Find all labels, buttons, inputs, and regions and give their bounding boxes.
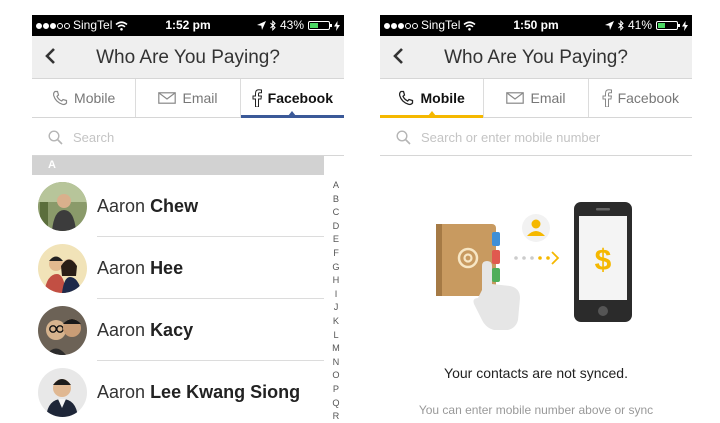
- index-letter[interactable]: N: [333, 356, 340, 370]
- index-letter[interactable]: L: [333, 329, 338, 343]
- contact-name: Aaron Chew: [97, 196, 199, 216]
- navigation-bar: Who Are You Paying?: [32, 36, 344, 79]
- envelope-icon: [506, 92, 525, 104]
- index-letter[interactable]: E: [333, 233, 339, 247]
- tab-email-label: Email: [182, 90, 218, 106]
- index-letter[interactable]: P: [333, 383, 339, 397]
- index-letter[interactable]: H: [333, 274, 340, 288]
- search-bar: [32, 119, 344, 156]
- battery-icon: [308, 21, 332, 30]
- status-bar: SingTel 1:52 pm 43%: [32, 15, 344, 36]
- avatar: [38, 306, 87, 355]
- tab-email-label: Email: [530, 90, 566, 106]
- sync-contacts-illustration: $: [436, 202, 632, 330]
- tab-facebook[interactable]: Facebook: [589, 79, 692, 117]
- smartphone-icon: $: [574, 202, 632, 322]
- search-icon: [396, 129, 411, 145]
- bluetooth-icon: [618, 20, 624, 31]
- index-letter[interactable]: R: [333, 410, 340, 423]
- index-letter[interactable]: O: [332, 369, 339, 383]
- tab-mobile[interactable]: Mobile: [380, 79, 485, 118]
- facebook-icon: [602, 89, 612, 107]
- index-letter[interactable]: J: [334, 301, 339, 315]
- tab-facebook-label: Facebook: [267, 90, 333, 106]
- index-letter[interactable]: B: [333, 193, 339, 207]
- user-icon: [522, 214, 550, 242]
- page-title: Who Are You Paying?: [96, 47, 280, 68]
- index-letter[interactable]: F: [333, 247, 339, 261]
- dollar-sign-icon: $: [595, 244, 612, 277]
- payee-source-tabs: Mobile Email Facebook: [380, 79, 692, 118]
- active-tab-caret: [427, 111, 436, 116]
- phone-icon: [399, 90, 414, 106]
- contact-row[interactable]: Aaron Kacy: [32, 299, 324, 361]
- battery-percent: 41%: [627, 18, 652, 32]
- search-icon: [48, 129, 63, 145]
- facebook-icon: [252, 89, 262, 107]
- contact-row[interactable]: Aaron Hee: [32, 237, 324, 299]
- contact-row[interactable]: Aaron Lee Kwang Siong: [32, 361, 324, 423]
- avatar: [38, 244, 87, 293]
- search-bar: [380, 119, 692, 156]
- phone-icon: [53, 90, 68, 106]
- avatar: [38, 182, 87, 231]
- contact-name: Aaron Hee: [97, 258, 184, 278]
- search-input[interactable]: [71, 128, 325, 146]
- contact-name: Aaron Lee Kwang Siong: [97, 382, 301, 402]
- index-letter[interactable]: D: [333, 220, 340, 234]
- charging-bolt-icon: [334, 20, 340, 31]
- active-tab-caret: [288, 111, 297, 116]
- contact-row[interactable]: Aaron Chew: [32, 175, 324, 237]
- index-letter[interactable]: Q: [332, 397, 339, 411]
- avatar: [38, 368, 87, 417]
- payee-source-tabs: Mobile Email Facebook: [32, 79, 344, 118]
- mobile-contacts-screen: SingTel 1:50 pm 41% Who Are You Paying? …: [380, 15, 692, 423]
- tab-facebook[interactable]: Facebook: [240, 79, 344, 118]
- tab-email[interactable]: Email: [484, 79, 589, 117]
- tab-facebook-label: Facebook: [617, 90, 680, 106]
- envelope-icon: [158, 92, 177, 104]
- index-letter[interactable]: G: [332, 261, 339, 275]
- empty-state-subtitle: You can enter mobile number above or syn…: [418, 403, 654, 417]
- battery-percent: 43%: [279, 18, 304, 32]
- tab-mobile-label: Mobile: [420, 90, 465, 106]
- tab-email[interactable]: Email: [136, 79, 241, 117]
- battery-icon: [656, 21, 680, 30]
- navigation-bar: Who Are You Paying?: [380, 36, 692, 79]
- section-header-a: A: [32, 156, 324, 175]
- page-title: Who Are You Paying?: [444, 47, 628, 68]
- index-letter[interactable]: I: [335, 288, 338, 302]
- index-letter[interactable]: K: [333, 315, 339, 329]
- charging-bolt-icon: [682, 20, 688, 31]
- index-letter[interactable]: M: [332, 342, 340, 356]
- mobile-number-input[interactable]: [419, 128, 673, 146]
- status-bar: SingTel 1:50 pm 41%: [380, 15, 692, 36]
- tab-mobile[interactable]: Mobile: [32, 79, 137, 117]
- contact-name: Aaron Kacy: [97, 320, 194, 340]
- facebook-contacts-screen: SingTel 1:52 pm 43% Who Are You Paying? …: [32, 15, 344, 423]
- location-arrow-icon: [256, 21, 266, 30]
- index-letter[interactable]: C: [333, 206, 340, 220]
- tab-mobile-label: Mobile: [74, 90, 116, 106]
- empty-state-title: Your contacts are not synced.: [444, 365, 628, 381]
- sync-arrow-icon: [514, 251, 560, 265]
- location-arrow-icon: [604, 21, 614, 30]
- bluetooth-icon: [270, 20, 276, 31]
- index-letter[interactable]: A: [333, 179, 339, 193]
- alphabet-index[interactable]: ABCDEFGHIJKLMNOPQR: [330, 179, 342, 423]
